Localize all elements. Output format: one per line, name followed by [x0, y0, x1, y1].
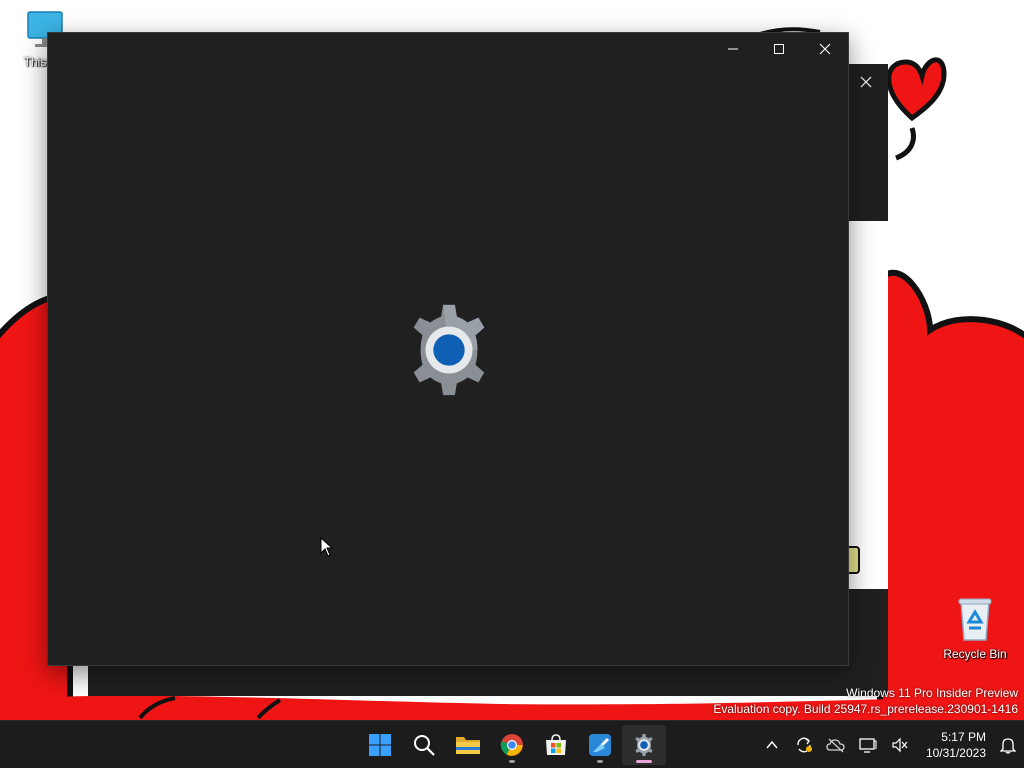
- active-indicator: [636, 760, 652, 763]
- paint-icon: [589, 734, 611, 756]
- watermark-edition: Windows 11 Pro Insider Preview: [846, 686, 1018, 700]
- settings-titlebar[interactable]: [48, 33, 848, 65]
- search-icon: [414, 735, 435, 756]
- clock-date: 10/31/2023: [925, 746, 986, 760]
- file-explorer-button[interactable]: [446, 725, 490, 765]
- background-window-content-pane: [848, 221, 888, 589]
- display-tray-button[interactable]: [852, 725, 884, 765]
- close-icon: [860, 76, 872, 88]
- minimize-button[interactable]: [710, 33, 756, 65]
- windows-start-icon: [369, 734, 391, 756]
- system-tray: 5:17 PM 10/31/2023: [756, 721, 1024, 768]
- folder-icon: [456, 737, 480, 754]
- windows-watermark: Windows 11 Pro Insider Preview Evaluatio…: [713, 685, 1018, 717]
- taskbar-apps: [358, 721, 666, 768]
- running-indicator: [597, 760, 603, 763]
- volume-muted-icon: [892, 737, 908, 753]
- background-window-close-button[interactable]: [854, 72, 878, 92]
- store-icon: [546, 734, 566, 755]
- chevron-up-icon: [766, 740, 778, 749]
- sync-icon: [797, 737, 812, 753]
- desktop-icon-label: Recycle Bin: [943, 647, 1007, 661]
- caption-buttons: [710, 33, 848, 65]
- maximize-icon: [774, 44, 784, 54]
- settings-taskbar-button[interactable]: [622, 725, 666, 765]
- clock-time: 5:17 PM: [941, 730, 986, 744]
- watermark-build: Evaluation copy. Build 25947.rs_prerelea…: [713, 702, 1018, 716]
- display-icon: [859, 738, 877, 753]
- close-icon: [819, 43, 831, 55]
- bell-icon: [1000, 738, 1016, 754]
- paint-button[interactable]: [578, 725, 622, 765]
- show-hidden-icons-button[interactable]: [756, 725, 788, 765]
- microsoft-store-button[interactable]: [534, 725, 578, 765]
- taskbar-clock[interactable]: 5:17 PM 10/31/2023: [916, 725, 992, 765]
- mouse-cursor-icon: [320, 537, 334, 557]
- chrome-icon: [500, 734, 523, 756]
- onedrive-tray-button[interactable]: [820, 725, 852, 765]
- settings-gear-icon: [413, 304, 485, 396]
- desktop-icon-recycle-bin[interactable]: Recycle Bin: [940, 596, 1010, 661]
- onedrive-icon: [826, 738, 845, 753]
- volume-tray-button[interactable]: [884, 725, 916, 765]
- running-indicator: [509, 760, 515, 763]
- settings-window[interactable]: [47, 32, 849, 666]
- recycle-bin-icon: [958, 598, 992, 641]
- minimize-icon: [728, 48, 738, 50]
- close-button[interactable]: [802, 33, 848, 65]
- taskbar: 5:17 PM 10/31/2023: [0, 720, 1024, 768]
- sync-tray-button[interactable]: [788, 725, 820, 765]
- background-window-content-shape: [848, 546, 860, 574]
- settings-icon: [635, 733, 653, 757]
- chrome-button[interactable]: [490, 725, 534, 765]
- search-button[interactable]: [402, 725, 446, 765]
- notifications-button[interactable]: [992, 725, 1024, 765]
- start-button[interactable]: [358, 725, 402, 765]
- maximize-button[interactable]: [756, 33, 802, 65]
